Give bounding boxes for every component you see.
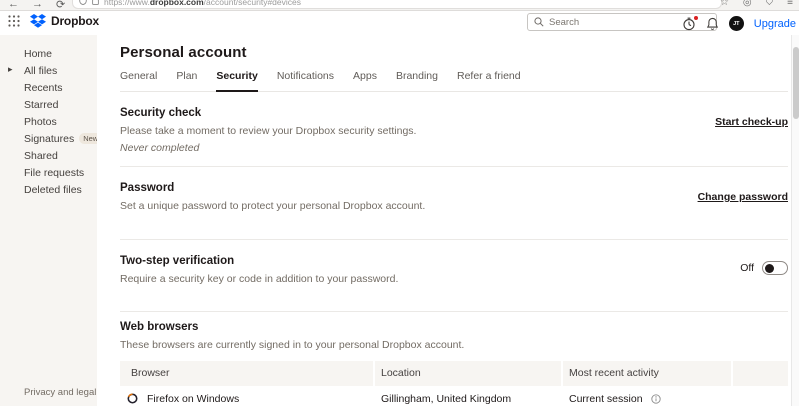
tracking-shield-icon[interactable]	[79, 0, 87, 7]
table-header: Browser Location Most recent activity	[120, 360, 788, 386]
browser-url-bar[interactable]: https://www.dropbox.com/account/security…	[72, 0, 722, 9]
sidebar-item-deleted-files[interactable]: Deleted files	[0, 181, 97, 198]
sidebar-item-all-files[interactable]: ▸ All files	[0, 62, 97, 79]
app-header: Dropbox JT Upgrade	[0, 12, 799, 35]
table-row: Firefox on Windows Gillingham, United Ki…	[120, 386, 788, 406]
search-icon	[534, 17, 544, 27]
account-tabs: General Plan Security Notifications Apps…	[120, 70, 788, 92]
sidebar-item-label: File requests	[24, 166, 85, 179]
info-icon[interactable]	[650, 394, 661, 404]
sidebar-item-label: Signatures	[24, 132, 75, 145]
browser-name: Firefox on Windows	[147, 392, 240, 405]
section-title: Two-step verification	[120, 255, 235, 268]
sidebar-item-label: Deleted files	[24, 183, 82, 196]
sidebar-item-home[interactable]: Home	[0, 45, 97, 62]
browser-extensions-icon[interactable]: ⛉	[766, 0, 774, 8]
scrollbar-thumb[interactable]	[793, 47, 799, 119]
tab-plan[interactable]: Plan	[176, 70, 197, 91]
section-title: Security check	[120, 107, 202, 119]
password-section: Password Set a unique password to protec…	[120, 167, 788, 241]
bookmark-star-icon[interactable]: ☆	[720, 0, 729, 8]
browser-chrome: ← → ⟳ https://www.dropbox.com/account/se…	[0, 0, 799, 11]
dropbox-glyph-icon	[30, 14, 46, 28]
tab-general[interactable]: General	[120, 70, 157, 91]
session-location: Gillingham, United Kingdom	[381, 392, 512, 405]
apps-grid-icon[interactable]	[8, 15, 20, 27]
url-text: https://www.dropbox.com/account/security…	[104, 0, 301, 7]
web-browsers-section: Web browsers These browsers are currentl…	[120, 312, 788, 353]
security-check-section: Security check Please take a moment to r…	[120, 92, 788, 167]
browser-reload-icon[interactable]: ⟳	[56, 0, 65, 10]
toggle-state-label: Off	[740, 262, 754, 275]
sidebar-item-recents[interactable]: Recents	[0, 79, 97, 96]
browser-back-icon[interactable]: ←	[8, 0, 19, 10]
brand-name: Dropbox	[51, 14, 99, 28]
tab-branding[interactable]: Branding	[396, 70, 438, 91]
section-title: Web browsers	[120, 321, 199, 334]
sidebar-item-signatures[interactable]: Signatures New	[0, 130, 103, 147]
sidebar-item-label: All files	[24, 64, 58, 77]
tab-apps[interactable]: Apps	[353, 70, 377, 91]
column-header-actions	[733, 360, 788, 386]
sidebar-item-starred[interactable]: Starred	[0, 96, 97, 113]
browser-account-icon[interactable]: ◎	[743, 0, 752, 8]
dropbox-logo[interactable]: Dropbox	[30, 14, 99, 28]
sidebar-item-label: Photos	[24, 115, 57, 128]
sidebar-item-label: Recents	[24, 81, 63, 94]
toggle-knob	[765, 263, 774, 273]
section-description: Require a security key or code in additi…	[120, 273, 399, 286]
change-password-link[interactable]: Change password	[698, 191, 788, 203]
notification-dot	[693, 15, 698, 20]
lock-icon	[92, 0, 99, 7]
browser-menu-icon[interactable]: ≡	[787, 0, 793, 8]
tab-security[interactable]: Security	[216, 70, 258, 92]
session-activity: Current session	[569, 392, 643, 405]
browser-forward-icon[interactable]: →	[32, 0, 43, 10]
sidebar-item-label: Shared	[24, 149, 58, 162]
sidebar-item-shared[interactable]: Shared	[0, 147, 97, 164]
section-description: Set a unique password to protect your pe…	[120, 199, 426, 212]
security-check-status: Never completed	[120, 141, 200, 154]
sidebar-item-label: Starred	[24, 98, 59, 111]
two-step-section: Two-step verification Require a security…	[120, 240, 788, 313]
tab-notifications[interactable]: Notifications	[277, 70, 334, 91]
column-header-location: Location	[375, 360, 561, 386]
page-scrollbar[interactable]	[791, 35, 799, 406]
sidebar-item-photos[interactable]: Photos	[0, 113, 97, 130]
chevron-right-icon[interactable]: ▸	[8, 64, 13, 75]
main-content: Personal account General Plan Security N…	[97, 35, 799, 406]
tab-refer-a-friend[interactable]: Refer a friend	[457, 70, 521, 91]
section-description: Please take a moment to review your Drop…	[120, 125, 417, 137]
page-title: Personal account	[120, 44, 247, 61]
sidebar-item-label: Home	[24, 47, 53, 60]
start-checkup-link[interactable]: Start check-up	[715, 116, 788, 128]
section-description: These browsers are currently signed in t…	[120, 339, 465, 352]
upgrade-link[interactable]: Upgrade	[754, 18, 796, 30]
avatar[interactable]: JT	[728, 16, 744, 31]
sidebar-item-file-requests[interactable]: File requests	[0, 164, 97, 181]
bell-icon[interactable]	[706, 17, 719, 31]
two-step-toggle[interactable]	[762, 261, 788, 276]
firefox-icon	[127, 393, 138, 404]
column-header-browser: Browser	[120, 360, 373, 386]
privacy-and-legal-link[interactable]: Privacy and legal	[24, 387, 96, 398]
sidebar: Home ▸ All files Recents Starred Photos …	[0, 35, 103, 406]
column-header-activity: Most recent activity	[563, 360, 731, 386]
trial-timer-icon[interactable]	[682, 15, 698, 31]
section-title: Password	[120, 181, 175, 194]
web-browsers-table: Browser Location Most recent activity Fi…	[120, 360, 788, 406]
